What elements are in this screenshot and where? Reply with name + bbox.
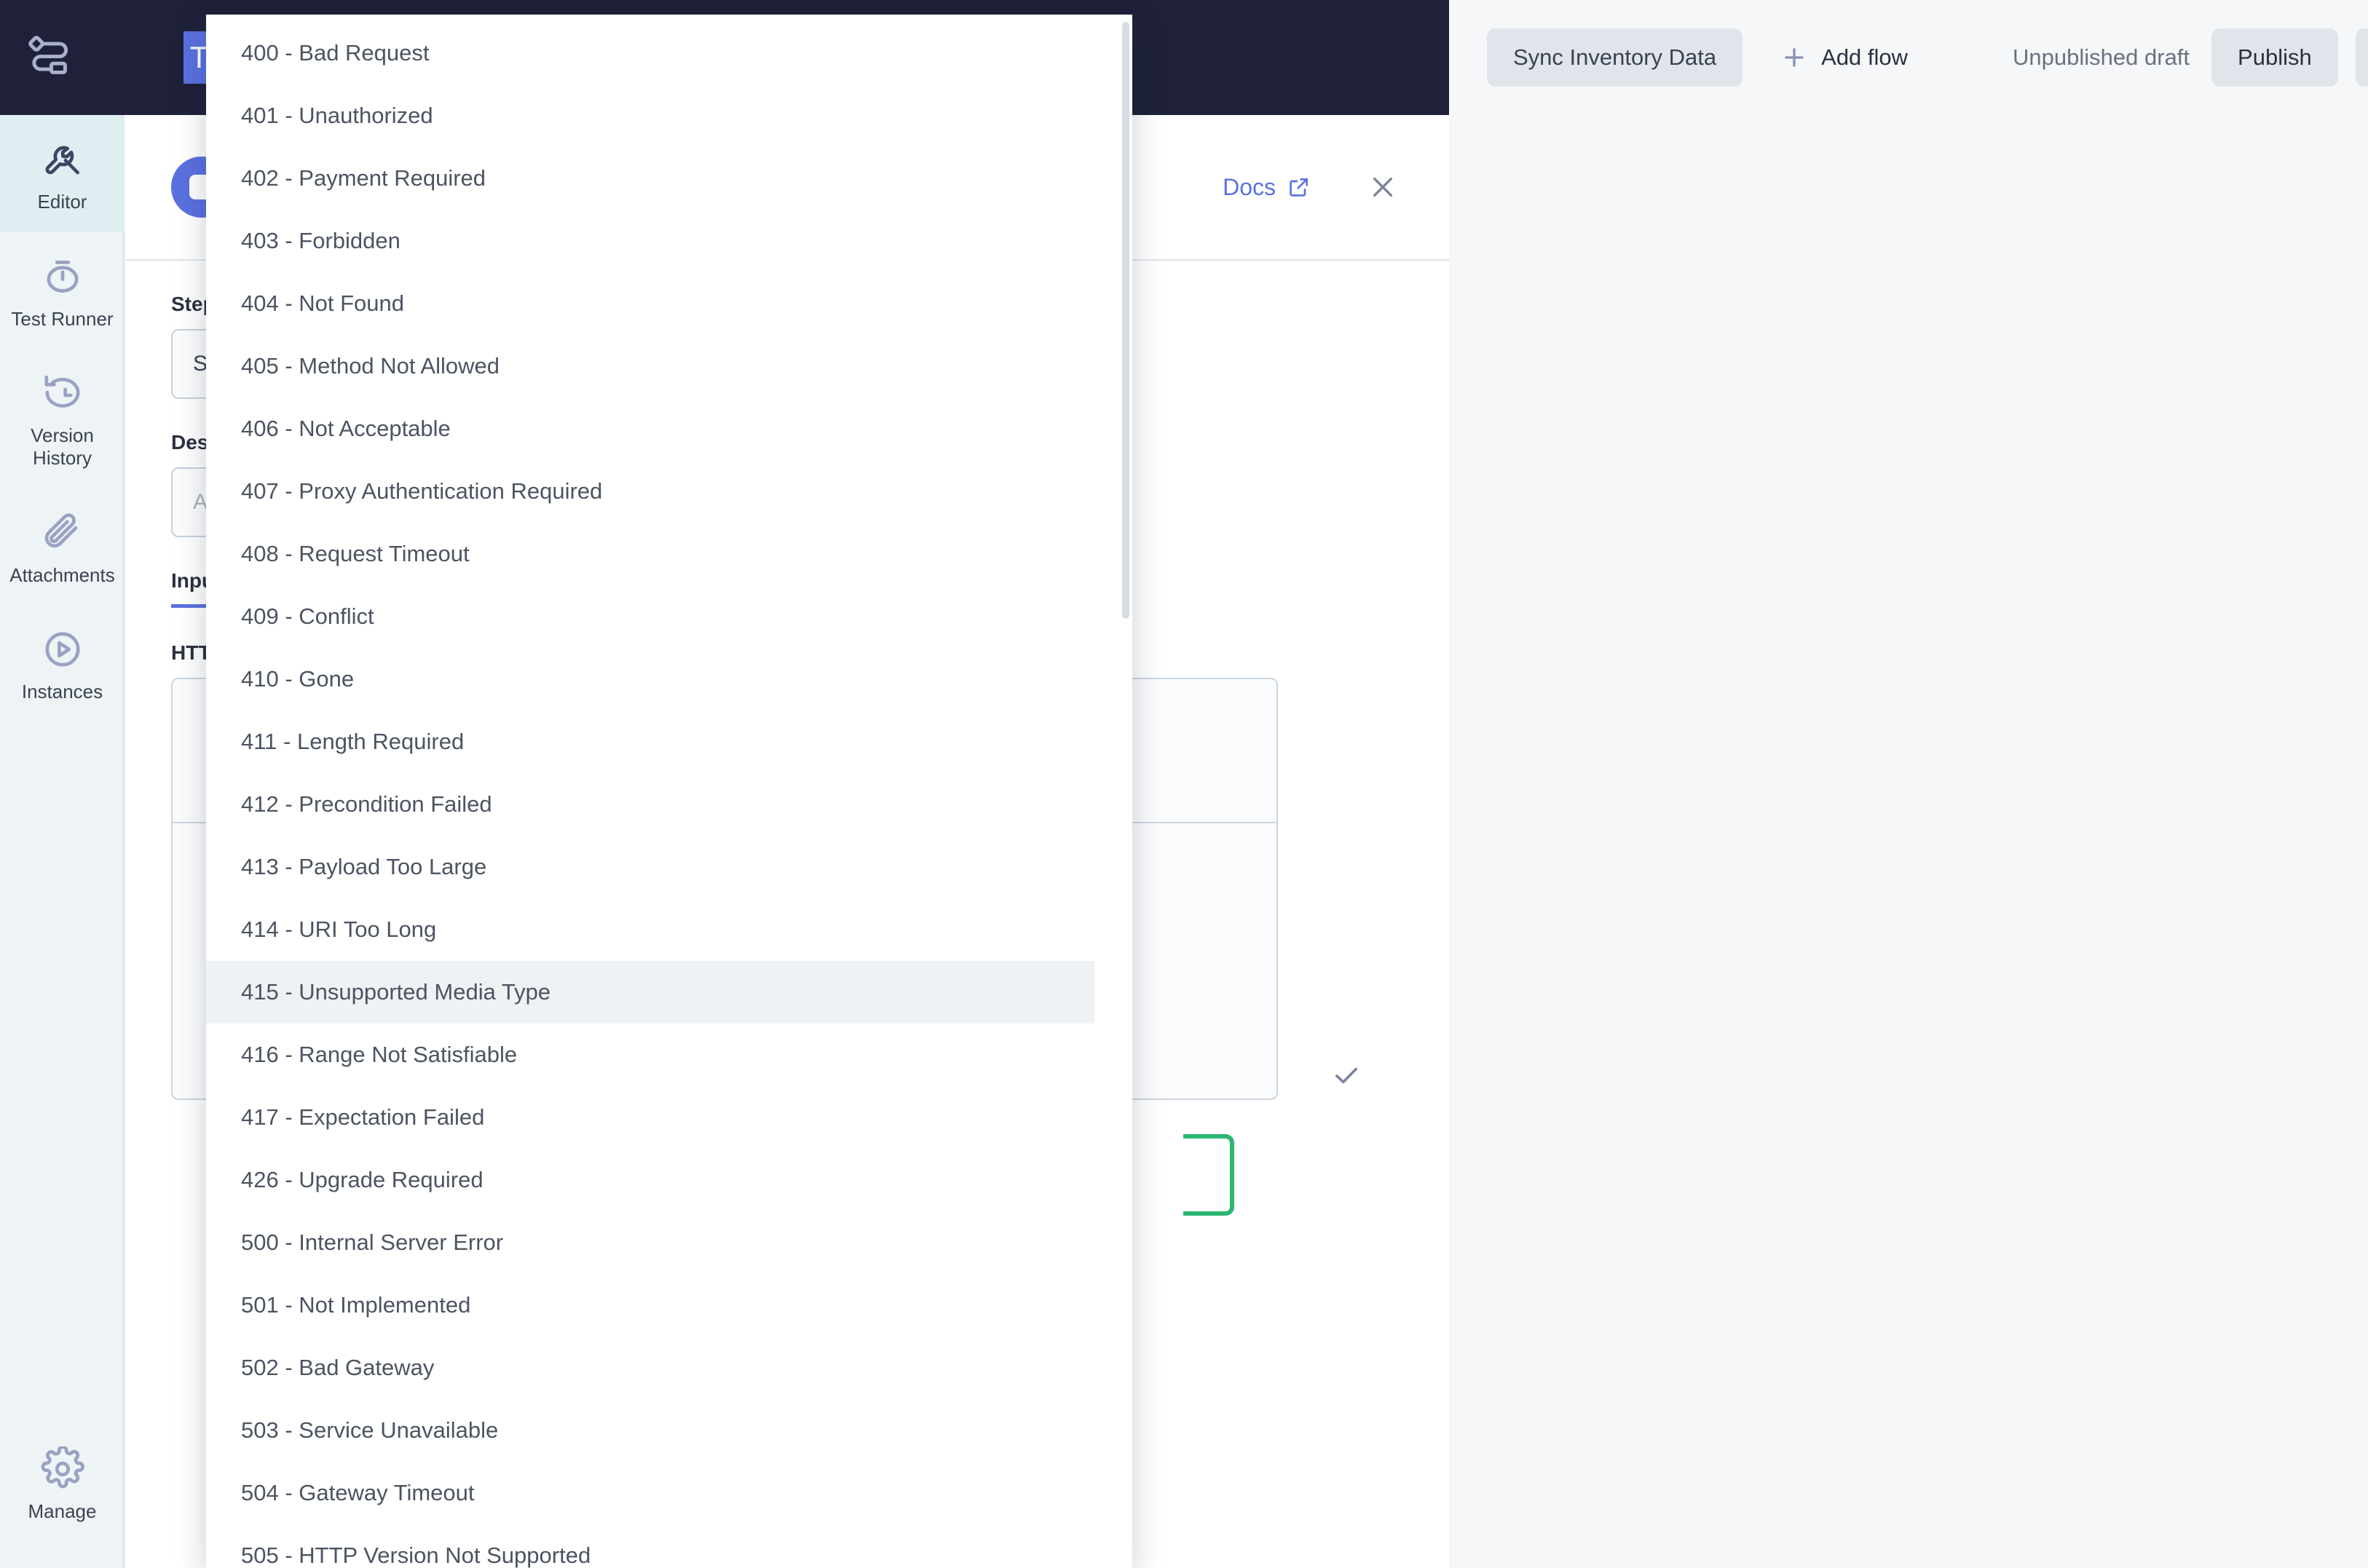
dropdown-option[interactable]: 412 - Precondition Failed bbox=[206, 773, 1132, 836]
add-flow-label: Add flow bbox=[1821, 44, 1908, 71]
dropdown-option[interactable]: 414 - URI Too Long bbox=[206, 898, 1132, 961]
dropdown-option[interactable]: 413 - Payload Too Large bbox=[206, 836, 1132, 898]
docs-label: Docs bbox=[1223, 174, 1276, 201]
dropdown-option[interactable]: 501 - Not Implemented bbox=[206, 1274, 1132, 1337]
dropdown-option[interactable]: 405 - Method Not Allowed bbox=[206, 335, 1132, 397]
flow-name-button[interactable]: Sync Inventory Data bbox=[1487, 28, 1743, 87]
sidebar-item-label: Instances bbox=[22, 681, 103, 703]
sidebar-item-test-runner[interactable]: Test Runner bbox=[0, 232, 125, 349]
external-link-icon bbox=[1287, 175, 1311, 199]
left-nav-rail: Editor Test Runner Version History bbox=[0, 115, 125, 1568]
dropdown-option[interactable]: 407 - Proxy Authentication Required bbox=[206, 460, 1132, 523]
http-status-option-list: 400 - Bad Request401 - Unauthorized402 -… bbox=[206, 15, 1132, 1568]
dropdown-option[interactable]: 500 - Internal Server Error bbox=[206, 1211, 1132, 1274]
dropdown-option[interactable]: 400 - Bad Request bbox=[206, 22, 1132, 84]
sidebar-item-editor[interactable]: Editor bbox=[0, 115, 125, 232]
sidebar-item-instances[interactable]: Instances bbox=[0, 605, 125, 722]
dropdown-option[interactable]: 402 - Payment Required bbox=[206, 147, 1132, 210]
dropdown-scrollbar[interactable] bbox=[1118, 22, 1129, 1565]
dropdown-scroll-thumb[interactable] bbox=[1122, 22, 1129, 619]
dropdown-option[interactable]: 426 - Upgrade Required bbox=[206, 1149, 1132, 1211]
wrench-icon bbox=[40, 137, 85, 182]
dropdown-option[interactable]: 504 - Gateway Timeout bbox=[206, 1462, 1132, 1524]
add-flow-button[interactable]: Add flow bbox=[1780, 44, 1908, 71]
dropdown-option[interactable]: 406 - Not Acceptable bbox=[206, 397, 1132, 460]
docs-link[interactable]: Docs bbox=[1223, 174, 1311, 201]
check-icon bbox=[1331, 1060, 1362, 1090]
sidebar-item-label: Version History bbox=[4, 424, 120, 469]
sidebar-item-label: Test Runner bbox=[11, 308, 113, 330]
dropdown-option[interactable]: 408 - Request Timeout bbox=[206, 523, 1132, 585]
sidebar-item-label: Editor bbox=[38, 191, 87, 213]
dropdown-option[interactable]: 409 - Conflict bbox=[206, 585, 1132, 648]
dropdown-option[interactable]: 404 - Not Found bbox=[206, 272, 1132, 335]
dropdown-option[interactable]: 415 - Unsupported Media Type bbox=[206, 961, 1094, 1023]
stopwatch-icon bbox=[40, 254, 85, 299]
dropdown-option[interactable]: 502 - Bad Gateway bbox=[206, 1337, 1132, 1399]
draft-status: Unpublished draft bbox=[2013, 44, 2190, 71]
sidebar-item-manage[interactable]: Manage bbox=[0, 1425, 125, 1542]
dropdown-option[interactable]: 411 - Length Required bbox=[206, 710, 1132, 773]
dropdown-option[interactable]: 410 - Gone bbox=[206, 648, 1132, 710]
history-clock-icon bbox=[40, 371, 85, 416]
dropdown-option[interactable]: 403 - Forbidden bbox=[206, 210, 1132, 272]
dropdown-option[interactable]: 417 - Expectation Failed bbox=[206, 1086, 1132, 1149]
dropdown-option[interactable]: 505 - HTTP Version Not Supported bbox=[206, 1524, 1132, 1568]
plus-icon bbox=[1780, 44, 1808, 71]
sidebar-item-label: Manage bbox=[28, 1500, 97, 1523]
flow-toolbar: Sync Inventory Data Add flow Unpublished… bbox=[1449, 0, 2368, 115]
dropdown-option[interactable]: 503 - Service Unavailable bbox=[206, 1399, 1132, 1462]
dropdown-option[interactable]: 416 - Range Not Satisfiable bbox=[206, 1023, 1132, 1086]
play-circle-icon bbox=[40, 627, 85, 672]
sidebar-item-label: Attachments bbox=[9, 564, 115, 587]
gear-icon bbox=[40, 1446, 85, 1492]
publish-button[interactable]: Publish bbox=[2211, 28, 2338, 87]
flow-canvas bbox=[1449, 115, 2368, 1568]
overflow-button[interactable]: C bbox=[2356, 28, 2368, 87]
paperclip-icon bbox=[40, 510, 85, 555]
flow-nodes-icon bbox=[25, 32, 76, 83]
sidebar-item-version-history[interactable]: Version History bbox=[0, 349, 125, 488]
sidebar-item-attachments[interactable]: Attachments bbox=[0, 488, 125, 606]
dropdown-option[interactable]: 401 - Unauthorized bbox=[206, 84, 1132, 147]
validation-bracket bbox=[1183, 1134, 1234, 1216]
http-status-dropdown[interactable]: 400 - Bad Request401 - Unauthorized402 -… bbox=[206, 15, 1132, 1568]
close-icon[interactable] bbox=[1367, 172, 1398, 202]
